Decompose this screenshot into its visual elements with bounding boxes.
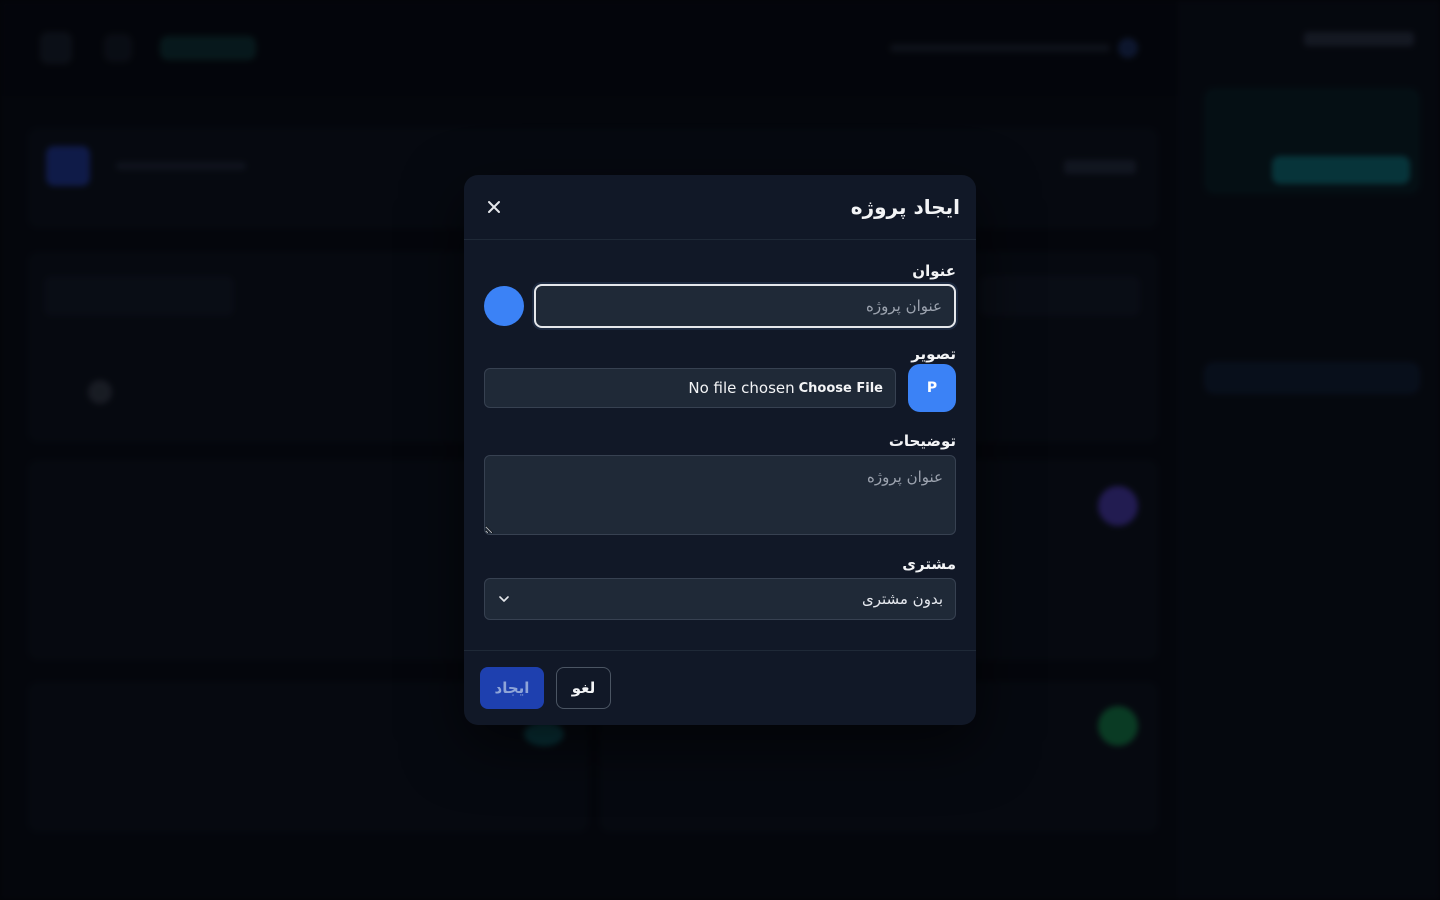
title-row <box>484 284 956 328</box>
create-project-dialog: ایجاد پروژه عنوان تصویر P No file chosen… <box>464 175 976 725</box>
close-button[interactable] <box>480 193 508 221</box>
cancel-button[interactable]: لغو <box>556 667 611 709</box>
choose-file-button[interactable]: Choose File <box>799 381 883 396</box>
project-avatar: P <box>908 364 956 412</box>
dialog-body: عنوان تصویر P No file chosen Choose File… <box>464 240 976 620</box>
description-textarea[interactable] <box>484 455 956 535</box>
close-icon <box>488 201 500 213</box>
client-selected-value: بدون مشتری <box>861 590 943 608</box>
image-row: P No file chosen Choose File <box>484 364 956 412</box>
dialog-header: ایجاد پروژه <box>464 175 976 240</box>
title-label: عنوان <box>912 262 956 280</box>
color-picker[interactable] <box>484 286 524 326</box>
file-input[interactable]: No file chosen Choose File <box>484 368 896 408</box>
client-label: مشتری <box>902 555 956 573</box>
create-button[interactable]: ایجاد <box>480 667 544 709</box>
dialog-title: ایجاد پروژه <box>850 195 960 219</box>
file-status: No file chosen <box>688 379 795 397</box>
description-label: توضیحات <box>888 432 956 450</box>
dialog-footer: ایجاد لغو <box>464 650 976 725</box>
title-input[interactable] <box>534 284 956 328</box>
chevron-down-icon <box>499 596 509 602</box>
client-select[interactable]: بدون مشتری <box>484 578 956 620</box>
image-label: تصویر <box>911 345 956 363</box>
